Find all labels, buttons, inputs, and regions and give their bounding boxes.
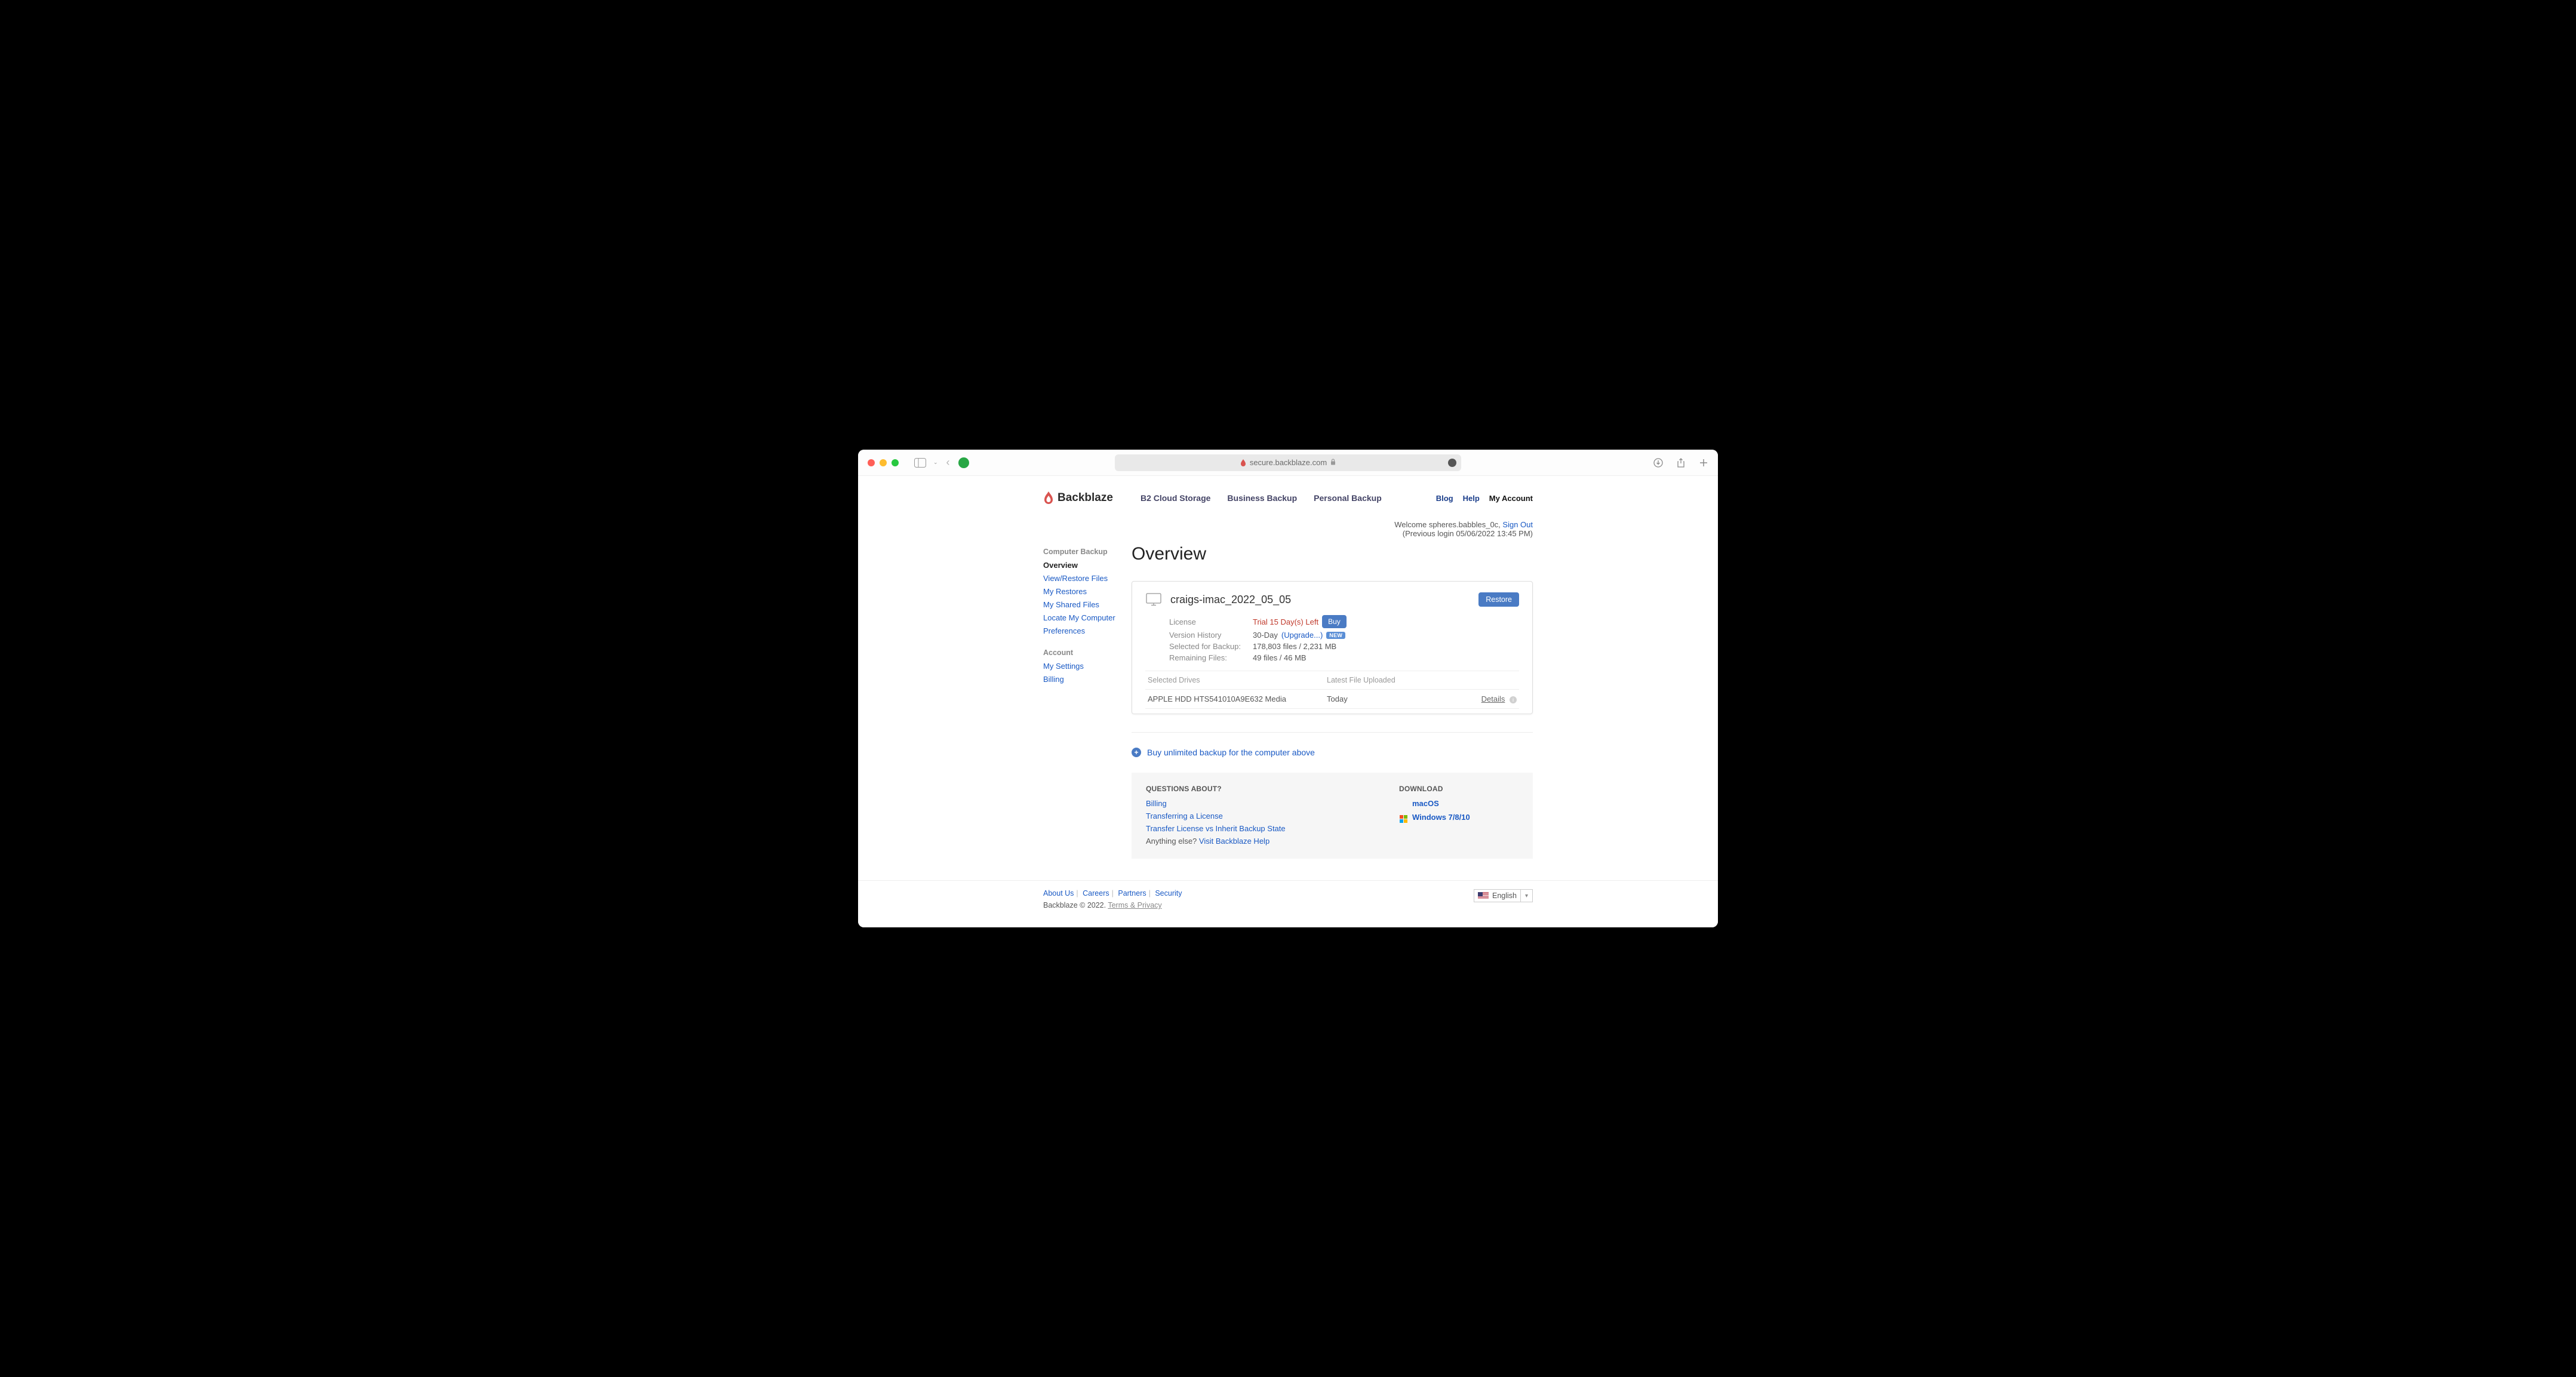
sidebar-item-view-restore[interactable]: View/Restore Files [1043,574,1132,583]
buy-unlimited-row[interactable]: + Buy unlimited backup for the computer … [1132,748,1533,757]
remaining-value: 49 files / 46 MB [1253,653,1307,662]
license-label: License [1169,617,1253,626]
downloads-icon[interactable] [1653,458,1663,468]
download-windows[interactable]: Windows 7/8/10 [1412,813,1470,822]
sidebar-item-overview[interactable]: Overview [1043,561,1132,570]
main: Overview craigs-imac_2022_05_05 Restore … [1132,544,1533,880]
questions-box: QUESTIONS ABOUT? Billing Transferring a … [1132,773,1533,859]
brand-name: Backblaze [1058,491,1113,505]
url-bar[interactable]: secure.backblaze.com [1115,454,1461,471]
welcome-user: spheres.babbles_0c [1429,520,1498,529]
footer: About Us| Careers| Partners| Security Ba… [858,880,1718,927]
chevron-down-icon[interactable]: ⌄ [933,459,938,466]
terms-link[interactable]: Terms & Privacy [1108,901,1161,909]
language-label: English [1492,892,1517,900]
us-flag-icon [1478,892,1489,899]
chevron-down-icon: ▾ [1520,890,1532,902]
info-icon[interactable]: i [1510,696,1517,703]
questions-head: QUESTIONS ABOUT? [1146,785,1399,793]
computer-icon [1145,592,1162,607]
license-value: Trial 15 Day(s) Left [1253,617,1318,626]
previous-login: (Previous login 05/06/2022 13:45 PM) [1043,529,1533,538]
flame-small-icon [1240,459,1246,466]
drives-head-name: Selected Drives [1148,676,1327,684]
divider [1132,732,1533,733]
browser-titlebar: ⌄ ‹ secure.backblaze.com [858,450,1718,476]
restore-button[interactable]: Restore [1478,592,1519,607]
drives-table: Selected Drives Latest File Uploaded APP… [1145,671,1519,709]
welcome-prefix: Welcome [1394,520,1429,529]
welcome-block: Welcome spheres.babbles_0c, Sign Out (Pr… [1043,513,1533,544]
browser-window: ⌄ ‹ secure.backblaze.com [858,450,1718,927]
drive-name: APPLE HDD HTS541010A9E632 Media [1148,694,1327,703]
table-row: APPLE HDD HTS541010A9E632 Media Today De… [1145,690,1519,709]
qa-link-transferring[interactable]: Transferring a License [1146,812,1399,820]
footer-about[interactable]: About Us [1043,889,1074,897]
nav-b2-cloud-storage[interactable]: B2 Cloud Storage [1141,493,1210,503]
flame-logo-icon [1043,491,1054,505]
sidebar-head-backup: Computer Backup [1043,548,1132,556]
visit-help-link[interactable]: Visit Backblaze Help [1199,837,1269,846]
reader-mode-icon[interactable] [1448,459,1456,467]
sidebar-item-my-settings[interactable]: My Settings [1043,662,1132,671]
download-macos[interactable]: macOS [1412,799,1439,808]
sidebar-item-my-restores[interactable]: My Restores [1043,587,1132,596]
page: Backblaze B2 Cloud Storage Business Back… [858,476,1718,927]
selected-value: 178,803 files / 2,231 MB [1253,642,1336,651]
sidebar-item-locate-computer[interactable]: Locate My Computer [1043,613,1132,622]
url-text: secure.backblaze.com [1250,458,1327,467]
computer-name: craigs-imac_2022_05_05 [1170,594,1470,606]
sidebar-toggle-icon[interactable] [913,457,927,468]
sidebar-item-preferences[interactable]: Preferences [1043,626,1132,635]
computer-card: craigs-imac_2022_05_05 Restore License T… [1132,581,1533,714]
brand[interactable]: Backblaze [1043,491,1113,505]
sidebar-head-account: Account [1043,648,1132,657]
drives-head-latest: Latest File Uploaded [1327,676,1416,684]
top-nav: Backblaze B2 Cloud Storage Business Back… [1043,488,1533,513]
nav-personal-backup[interactable]: Personal Backup [1314,493,1382,503]
minimize-window-button[interactable] [880,459,887,466]
version-history-value: 30-Day [1253,631,1278,640]
plus-circle-icon: + [1132,748,1141,757]
buy-button[interactable]: Buy [1322,615,1347,628]
copyright-text: Backblaze © 2022. [1043,901,1108,909]
fullscreen-window-button[interactable] [892,459,899,466]
version-history-label: Version History [1169,631,1253,640]
sidebar-item-my-shared-files[interactable]: My Shared Files [1043,600,1132,609]
sidebar: Computer Backup Overview View/Restore Fi… [1043,544,1132,880]
selected-label: Selected for Backup: [1169,642,1253,651]
site-favicon-icon[interactable] [958,457,969,468]
details-link[interactable]: Details [1481,694,1505,703]
new-badge: NEW [1326,632,1345,639]
close-window-button[interactable] [868,459,875,466]
windows-icon [1399,812,1407,823]
qa-link-billing[interactable]: Billing [1146,799,1399,808]
footer-security[interactable]: Security [1155,889,1182,897]
nav-business-backup[interactable]: Business Backup [1227,493,1297,503]
upgrade-link[interactable]: (Upgrade...) [1281,631,1323,640]
download-head: DOWNLOAD [1399,785,1518,793]
buy-unlimited-text: Buy unlimited backup for the computer ab… [1147,748,1315,757]
footer-partners[interactable]: Partners [1118,889,1146,897]
language-selector[interactable]: English ▾ [1474,889,1533,902]
remaining-label: Remaining Files: [1169,653,1253,662]
nav-blog[interactable]: Blog [1436,494,1453,503]
anything-else-prefix: Anything else? [1146,837,1199,846]
drive-latest: Today [1327,694,1416,703]
sign-out-link[interactable]: Sign Out [1502,520,1533,529]
back-button[interactable]: ‹ [946,456,950,469]
new-tab-icon[interactable] [1699,458,1708,468]
lock-icon [1330,459,1336,467]
nav-my-account[interactable]: My Account [1489,494,1533,503]
page-title: Overview [1132,544,1533,564]
sidebar-item-billing[interactable]: Billing [1043,675,1132,684]
window-controls [868,459,899,466]
qa-link-transfer-vs-inherit[interactable]: Transfer License vs Inherit Backup State [1146,824,1399,833]
share-icon[interactable] [1676,458,1686,468]
footer-careers[interactable]: Careers [1083,889,1109,897]
nav-help[interactable]: Help [1463,494,1480,503]
